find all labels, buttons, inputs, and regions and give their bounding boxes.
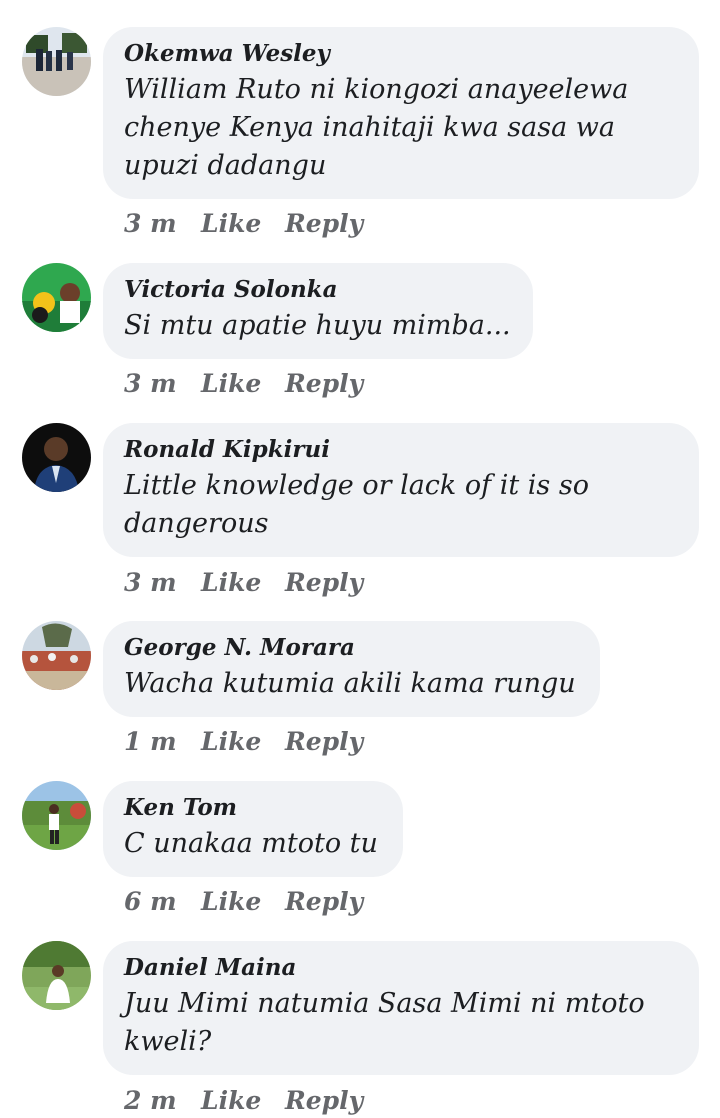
comment-bubble: George N. Morara Wacha kutumia akili kam… <box>103 621 600 717</box>
avatar[interactable] <box>22 263 91 332</box>
comment-bubble: Ken Tom C unakaa mtoto tu <box>103 781 403 877</box>
comment-author[interactable]: George N. Morara <box>124 633 578 663</box>
comment-text: Little knowledge or lack of it is so dan… <box>124 470 589 539</box>
comment-time[interactable]: 1 m <box>124 727 201 757</box>
comment-text: William Ruto ni kiongozi anayeelewa chen… <box>124 74 629 181</box>
comment-bubble: Victoria Solonka Si mtu apatie huyu mimb… <box>103 263 533 359</box>
comment-time[interactable]: 2 m <box>124 1086 201 1116</box>
comment-actions: 6 m Like Reply <box>124 887 363 917</box>
reply-button[interactable]: Reply <box>285 568 363 598</box>
comment-actions: 1 m Like Reply <box>124 727 363 757</box>
reply-button[interactable]: Reply <box>285 887 363 917</box>
reply-button[interactable]: Reply <box>285 209 363 239</box>
comment-bubble: Daniel Maina Juu Mimi natumia Sasa Mimi … <box>103 941 699 1075</box>
reply-button[interactable]: Reply <box>285 1086 363 1116</box>
reply-button[interactable]: Reply <box>285 727 363 757</box>
comment-actions: 3 m Like Reply <box>124 209 363 239</box>
like-button[interactable]: Like <box>201 369 285 399</box>
comment-text: Wacha kutumia akili kama rungu <box>124 668 576 699</box>
comment-author[interactable]: Ken Tom <box>124 793 381 823</box>
comment-author[interactable]: Ronald Kipkirui <box>124 435 677 465</box>
comment-time[interactable]: 3 m <box>124 209 201 239</box>
comment-actions: 3 m Like Reply <box>124 568 363 598</box>
reply-button[interactable]: Reply <box>285 369 363 399</box>
comment-author[interactable]: Victoria Solonka <box>124 275 511 305</box>
comment-text: C unakaa mtoto tu <box>124 828 378 859</box>
comment-time[interactable]: 3 m <box>124 568 201 598</box>
avatar[interactable] <box>22 621 91 690</box>
comment-bubble: Okemwa Wesley William Ruto ni kiongozi a… <box>103 27 699 199</box>
avatar[interactable] <box>22 27 91 96</box>
comment-author[interactable]: Daniel Maina <box>124 953 677 983</box>
avatar[interactable] <box>22 423 91 492</box>
comment-time[interactable]: 6 m <box>124 887 201 917</box>
comment-text: Si mtu apatie huyu mimba... <box>124 310 511 341</box>
like-button[interactable]: Like <box>201 568 285 598</box>
like-button[interactable]: Like <box>201 887 285 917</box>
comment-text: Juu Mimi natumia Sasa Mimi ni mtoto kwel… <box>124 988 645 1057</box>
like-button[interactable]: Like <box>201 727 285 757</box>
comment-time[interactable]: 3 m <box>124 369 201 399</box>
comment-actions: 3 m Like Reply <box>124 369 363 399</box>
comment-actions: 2 m Like Reply <box>124 1086 363 1116</box>
avatar[interactable] <box>22 781 91 850</box>
avatar[interactable] <box>22 941 91 1010</box>
like-button[interactable]: Like <box>201 209 285 239</box>
comment-author[interactable]: Okemwa Wesley <box>124 39 677 69</box>
like-button[interactable]: Like <box>201 1086 285 1116</box>
comment-bubble: Ronald Kipkirui Little knowledge or lack… <box>103 423 699 557</box>
